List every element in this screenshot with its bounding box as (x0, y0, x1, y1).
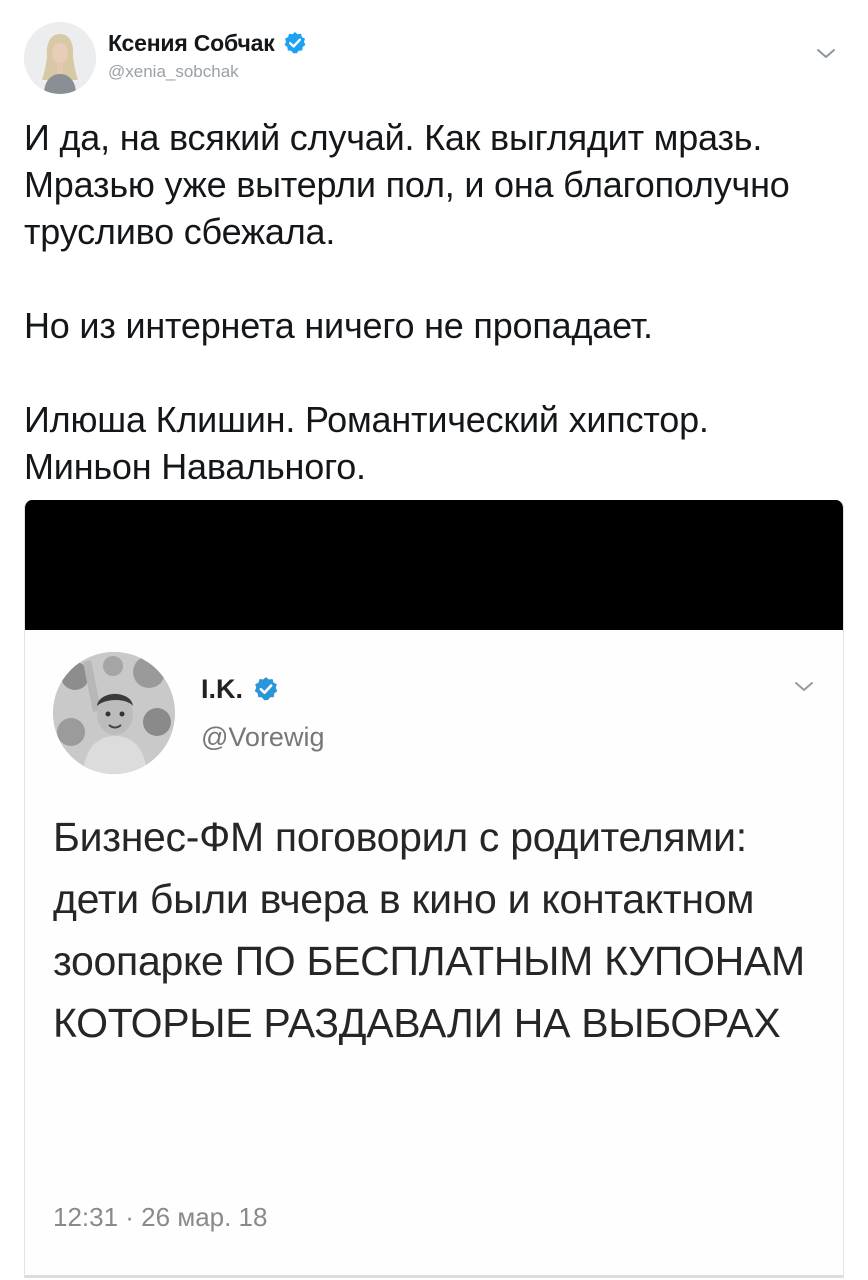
verified-badge-icon (253, 676, 279, 702)
divider (25, 1275, 843, 1278)
chevron-down-icon[interactable] (812, 42, 840, 64)
embedded-tweet-timestamp: 12:31 · 26 мар. 18 (53, 1202, 268, 1232)
author-name-row: Ксения Собчак (108, 27, 307, 59)
embedded-author-handle: @Vorewig (201, 722, 325, 752)
author-name[interactable]: Ксения Собчак (108, 30, 275, 57)
tweet-paragraph: Но из интернета ничего не пропадает. (24, 305, 653, 346)
embedded-tweet-body: Бизнес-ФМ поговорил с родителями: дети б… (53, 814, 805, 1046)
verified-badge-icon (283, 31, 307, 55)
chevron-down-icon (791, 678, 817, 696)
tweet-media-image[interactable]: I.K. @Vorewig Бизнес-ФМ поговорил с роди… (24, 500, 844, 1278)
embedded-author-avatar (53, 652, 175, 774)
author-avatar[interactable] (24, 22, 96, 94)
embedded-author-name-row: I.K. (201, 672, 279, 706)
embedded-author-name: I.K. (201, 673, 244, 704)
tweet-paragraph: И да, на всякий случай. Как выглядит мра… (24, 117, 790, 252)
embedded-tweet-text: Бизнес-ФМ поговорил с родителями: дети б… (53, 806, 833, 1054)
author-handle[interactable]: @xenia_sobchak (108, 62, 239, 82)
redacted-bar (25, 500, 843, 630)
tweet-text: И да, на всякий случай. Как выглядит мра… (24, 114, 844, 490)
tweet-header: Ксения Собчак @xenia_sobchak (0, 0, 868, 104)
tweet-paragraph: Илюша Клишин. Романтический хипстор. Мин… (24, 399, 709, 487)
tweet-page: Ксения Собчак @xenia_sobchak И да, на вс… (0, 0, 868, 1280)
